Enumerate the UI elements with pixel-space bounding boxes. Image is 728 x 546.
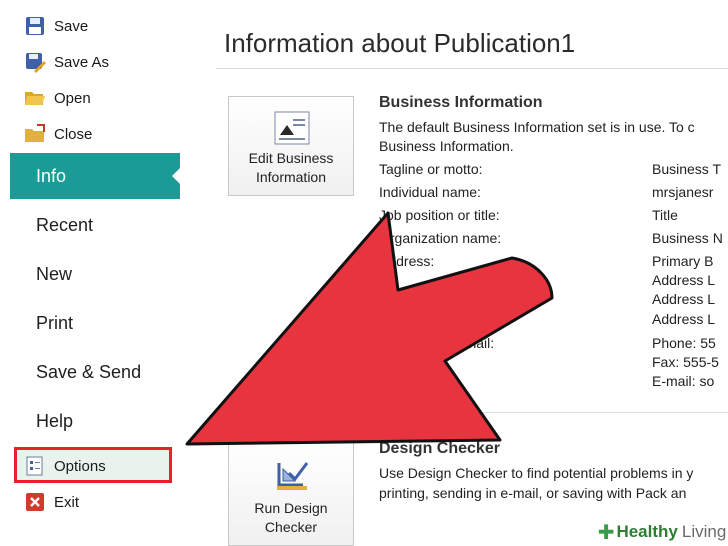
page-title: Information about Publication1	[224, 28, 576, 58]
title-divider	[216, 68, 728, 69]
info-pane: Information about Publication1 Edit Busi…	[180, 0, 728, 546]
design-checker-desc-2: printing, sending in e-mail, or saving w…	[379, 485, 687, 501]
design-checker-desc-1: Use Design Checker to find potential pro…	[379, 465, 694, 481]
business-info-heading: Business Information	[379, 94, 543, 111]
row-value: mrsjanesr	[652, 184, 714, 200]
nav-options[interactable]: Options	[24, 451, 106, 481]
nav-open-label: Open	[54, 89, 91, 107]
nav-recent[interactable]: Recent	[10, 202, 180, 248]
open-folder-icon	[24, 87, 46, 109]
row-value: Address L	[652, 291, 716, 307]
backstage-nav: Save Save As Open Close Info Recent New …	[0, 0, 181, 546]
row-label: Tagline or motto:	[379, 161, 483, 177]
row-value: Fax: 555-5	[652, 354, 719, 370]
row-label: Phone/Fax/E-mail:	[379, 335, 495, 351]
edit-business-line1: Edit Business	[248, 150, 334, 166]
nav-help[interactable]: Help	[10, 398, 180, 444]
run-design-checker-button[interactable]: Run Design Checker	[228, 442, 354, 546]
row-label: Address:	[379, 253, 435, 269]
row-label: Individual name:	[379, 184, 481, 200]
exit-icon	[24, 491, 46, 513]
nav-save-send[interactable]: Save & Send	[10, 349, 180, 395]
edit-business-line2: Information	[255, 169, 327, 185]
nav-help-label: Help	[36, 410, 74, 431]
nav-options-label: Options	[54, 457, 106, 475]
nav-save-label: Save	[54, 17, 89, 35]
row-value: Phone: 55	[652, 335, 716, 351]
watermark-suffix: Living	[681, 522, 727, 541]
nav-info-label: Info	[36, 165, 67, 186]
row-value: Address L	[652, 311, 716, 327]
nav-close[interactable]: Close	[24, 119, 92, 149]
nav-close-label: Close	[54, 125, 93, 143]
plus-icon: ✚	[597, 521, 615, 544]
row-label: Organization name:	[379, 230, 502, 246]
nav-print-label: Print	[36, 312, 74, 333]
row-value: E-mail: so	[652, 373, 715, 389]
section-divider	[216, 412, 728, 413]
nav-save[interactable]: Save	[24, 11, 88, 41]
nav-exit[interactable]: Exit	[24, 487, 79, 517]
edit-business-info-button[interactable]: Edit Business Information	[228, 96, 354, 196]
options-icon	[24, 455, 46, 477]
row-value: Business T	[652, 161, 721, 177]
row-value: Primary B	[652, 253, 714, 269]
close-folder-icon	[24, 123, 46, 145]
nav-new[interactable]: New	[10, 251, 180, 297]
business-info-icon	[273, 111, 311, 145]
business-info-desc-2: Business Information.	[379, 138, 514, 154]
save-icon	[24, 15, 46, 37]
row-value: Address L	[652, 272, 716, 288]
nav-new-label: New	[36, 263, 73, 284]
design-checker-heading: Design Checker	[379, 440, 500, 457]
nav-recent-label: Recent	[36, 214, 94, 235]
save-as-icon	[24, 51, 46, 73]
nav-save-send-label: Save & Send	[36, 361, 142, 382]
nav-save-as[interactable]: Save As	[24, 47, 109, 77]
nav-info[interactable]: Info	[10, 153, 181, 199]
run-design-line1: Run Design	[254, 500, 328, 516]
watermark-logo: ✚ Healthy Living	[596, 518, 728, 546]
nav-exit-label: Exit	[54, 493, 80, 511]
nav-print[interactable]: Print	[10, 300, 180, 346]
run-design-line2: Checker	[264, 519, 318, 535]
row-label: Job position or title:	[379, 207, 500, 223]
row-value: Business N	[652, 230, 723, 246]
row-value: Title	[652, 207, 678, 223]
nav-open[interactable]: Open	[24, 83, 91, 113]
nav-save-as-label: Save As	[54, 53, 110, 71]
business-info-desc-1: The default Business Information set is …	[379, 119, 695, 135]
watermark-brand: Healthy	[616, 522, 678, 541]
design-checker-icon	[273, 457, 311, 491]
